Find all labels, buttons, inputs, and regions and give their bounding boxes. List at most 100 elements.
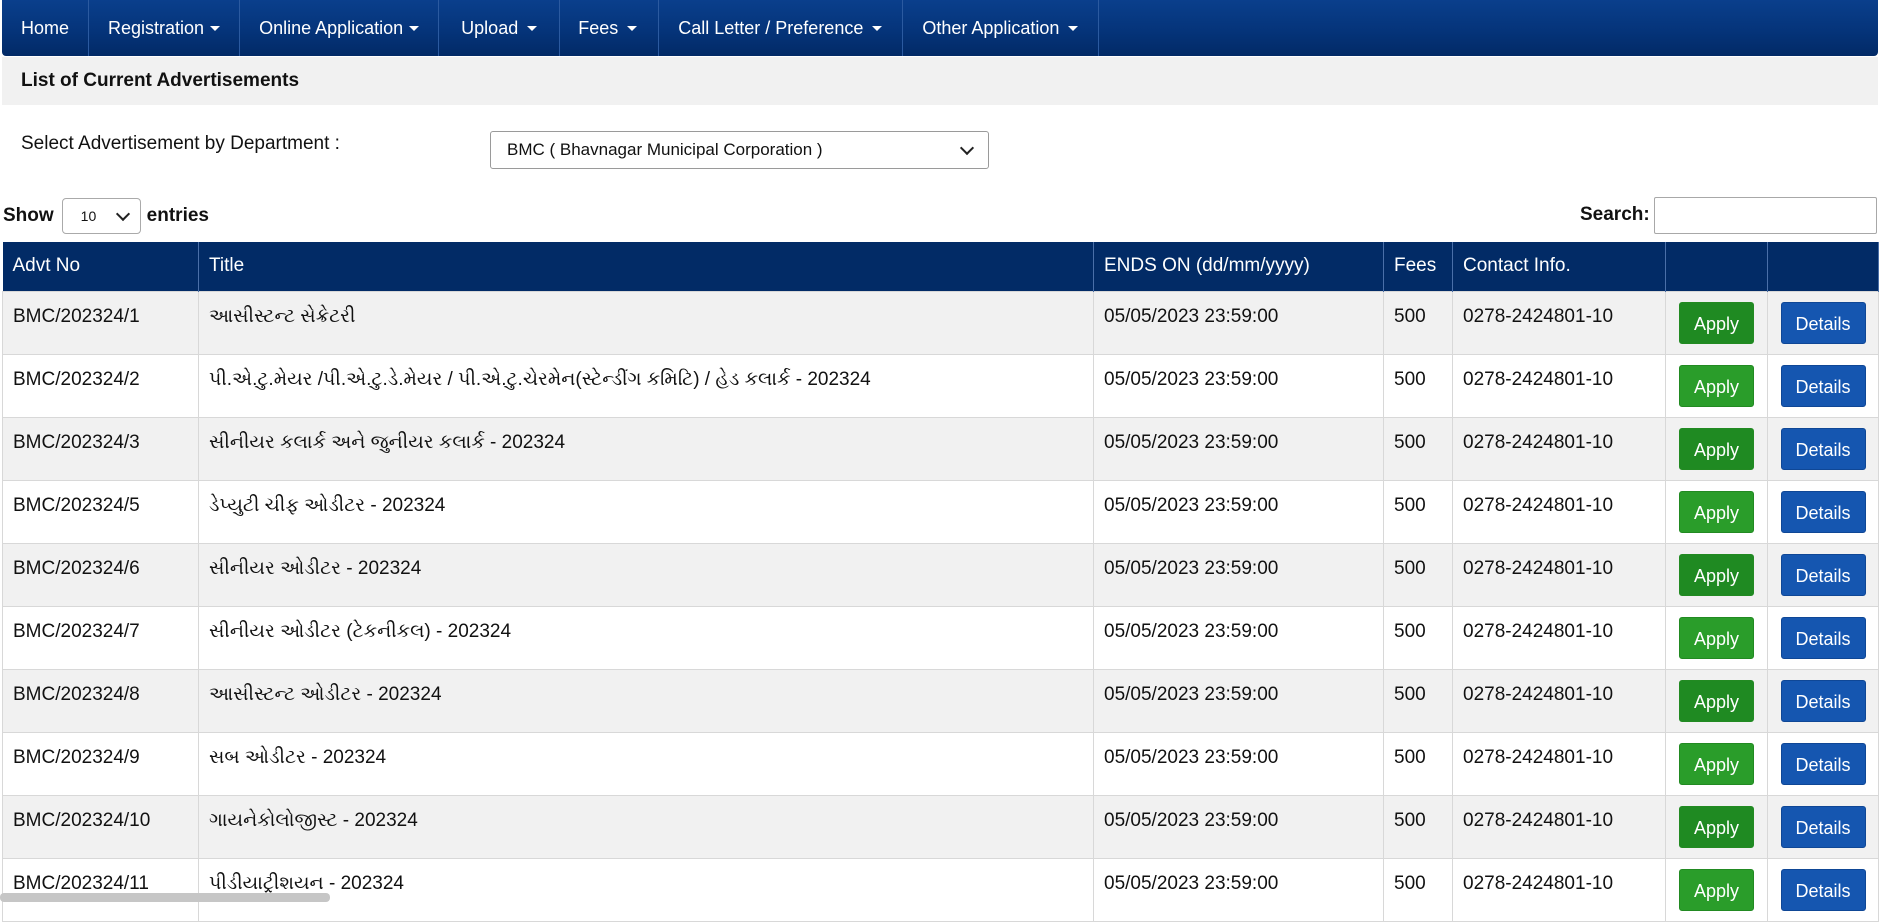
contact-cell: 0278-2424801-10 (1452, 416, 1666, 481)
details-button[interactable]: Details (1780, 364, 1866, 407)
title-cell: આસીસ્ટન્ટ સેક્રેટરી (198, 290, 1094, 355)
title-cell: સીનીયર ઓડીટર (ટેકનીકલ) - 202324 (198, 605, 1094, 670)
details-cell: Details (1767, 416, 1879, 481)
entries-length-value: 10 (80, 208, 97, 224)
contact-cell: 0278-2424801-10 (1452, 605, 1666, 670)
column-header-title[interactable]: Title (198, 242, 1094, 291)
details-button[interactable]: Details (1780, 805, 1866, 848)
table-row: BMC/202324/7 સીનીયર ઓડીટર (ટેકનીકલ) - 202… (2, 605, 1879, 670)
table-header-row: Advt No Title ENDS ON (dd/mm/yyyy) Fees … (2, 242, 1879, 291)
column-header-ends-on[interactable]: ENDS ON (dd/mm/yyyy) (1093, 242, 1384, 291)
nav-call-letter-preference[interactable]: Call Letter / Preference (659, 0, 904, 56)
details-button[interactable]: Details (1780, 301, 1866, 344)
ends-on-cell: 05/05/2023 23:59:00 (1093, 857, 1384, 922)
page-title: List of Current Advertisements (2, 57, 1878, 105)
apply-button[interactable]: Apply (1679, 301, 1754, 344)
show-entries-control: Show 10 entries (3, 197, 209, 235)
title-cell: પી.એ.ટુ.મેયર /પી.એ.ટુ.ડે.મેયર / પી.એ.ટુ.… (198, 353, 1094, 418)
advt-no-cell: BMC/202324/9 (2, 731, 199, 796)
chevron-down-icon (115, 206, 130, 221)
search-input[interactable] (1654, 197, 1877, 234)
title-cell: ડેપ્યુટી ચીફ ઓડીટર - 202324 (198, 479, 1094, 544)
details-button[interactable]: Details (1780, 679, 1866, 722)
advt-no-cell: BMC/202324/10 (2, 794, 199, 859)
caret-down-icon (210, 25, 221, 31)
caret-down-icon (527, 25, 538, 31)
details-button[interactable]: Details (1780, 553, 1866, 596)
caret-down-icon (627, 25, 638, 31)
contact-cell: 0278-2424801-10 (1452, 668, 1666, 733)
fees-cell: 500 (1383, 416, 1453, 481)
details-button[interactable]: Details (1780, 742, 1866, 785)
nav-online-application[interactable]: Online Application (240, 0, 440, 56)
search-label: Search: (1580, 204, 1650, 225)
column-header-details (1767, 242, 1879, 291)
apply-button[interactable]: Apply (1679, 490, 1754, 533)
apply-cell: Apply (1665, 731, 1768, 796)
nav-upload[interactable]: Upload (439, 0, 561, 56)
caret-down-icon (872, 25, 883, 31)
apply-button[interactable]: Apply (1679, 742, 1754, 785)
details-cell: Details (1767, 731, 1879, 796)
caret-down-icon (1068, 25, 1079, 31)
nav-registration[interactable]: Registration (89, 0, 241, 56)
apply-button[interactable]: Apply (1679, 679, 1754, 722)
column-header-advt-no[interactable]: Advt No (2, 242, 199, 291)
advt-no-cell: BMC/202324/1 (2, 290, 199, 355)
department-selected-value: BMC ( Bhavnagar Municipal Corporation ) (507, 140, 823, 159)
apply-button[interactable]: Apply (1679, 616, 1754, 659)
apply-button[interactable]: Apply (1679, 553, 1754, 596)
column-header-contact-info[interactable]: Contact Info. (1452, 242, 1666, 291)
apply-cell: Apply (1665, 542, 1768, 607)
apply-button[interactable]: Apply (1679, 868, 1754, 911)
apply-cell: Apply (1665, 479, 1768, 544)
table-row: BMC/202324/9 સબ ઓડીટર - 202324 05/05/2023 … (2, 731, 1879, 796)
ends-on-cell: 05/05/2023 23:59:00 (1093, 479, 1384, 544)
caret-down-icon (409, 25, 420, 31)
apply-button[interactable]: Apply (1679, 805, 1754, 848)
fees-cell: 500 (1383, 290, 1453, 355)
table-row: BMC/202324/2 પી.એ.ટુ.મેયર /પી.એ.ટુ.ડે.મેય… (2, 353, 1879, 418)
table-row: BMC/202324/1 આસીસ્ટન્ટ સેક્રેટરી 05/05/202… (2, 290, 1879, 355)
details-button[interactable]: Details (1780, 868, 1866, 911)
ends-on-cell: 05/05/2023 23:59:00 (1093, 353, 1384, 418)
details-button[interactable]: Details (1780, 427, 1866, 470)
contact-cell: 0278-2424801-10 (1452, 479, 1666, 544)
details-cell: Details (1767, 605, 1879, 670)
table-row: BMC/202324/8 આસીસ્ટન્ટ ઓડીટર - 202324 05/0… (2, 668, 1879, 733)
nav-home[interactable]: Home (2, 0, 90, 56)
details-cell: Details (1767, 542, 1879, 607)
fees-cell: 500 (1383, 353, 1453, 418)
apply-cell: Apply (1665, 353, 1768, 418)
fees-cell: 500 (1383, 857, 1453, 922)
title-cell: ગાયનેકોલોજીસ્ટ - 202324 (198, 794, 1094, 859)
details-button[interactable]: Details (1780, 490, 1866, 533)
advt-no-cell: BMC/202324/3 (2, 416, 199, 481)
apply-cell: Apply (1665, 605, 1768, 670)
contact-cell: 0278-2424801-10 (1452, 542, 1666, 607)
contact-cell: 0278-2424801-10 (1452, 857, 1666, 922)
column-header-fees[interactable]: Fees (1383, 242, 1453, 291)
advt-no-cell: BMC/202324/2 (2, 353, 199, 418)
fees-cell: 500 (1383, 542, 1453, 607)
ends-on-cell: 05/05/2023 23:59:00 (1093, 605, 1384, 670)
nav-fees[interactable]: Fees (560, 0, 660, 56)
details-button[interactable]: Details (1780, 616, 1866, 659)
column-header-apply (1665, 242, 1768, 291)
title-cell: આસીસ્ટન્ટ ઓડીટર - 202324 (198, 668, 1094, 733)
fees-cell: 500 (1383, 731, 1453, 796)
ends-on-cell: 05/05/2023 23:59:00 (1093, 416, 1384, 481)
apply-cell: Apply (1665, 416, 1768, 481)
apply-cell: Apply (1665, 857, 1768, 922)
apply-button[interactable]: Apply (1679, 364, 1754, 407)
nav-other-application[interactable]: Other Application (903, 0, 1100, 56)
advt-no-cell: BMC/202324/7 (2, 605, 199, 670)
entries-label: entries (146, 205, 209, 226)
advt-no-cell: BMC/202324/5 (2, 479, 199, 544)
horizontal-scrollbar[interactable] (0, 893, 330, 902)
apply-button[interactable]: Apply (1679, 427, 1754, 470)
details-cell: Details (1767, 290, 1879, 355)
entries-length-select[interactable]: 10 (61, 198, 141, 234)
details-cell: Details (1767, 668, 1879, 733)
department-select[interactable]: BMC ( Bhavnagar Municipal Corporation ) (490, 131, 989, 169)
